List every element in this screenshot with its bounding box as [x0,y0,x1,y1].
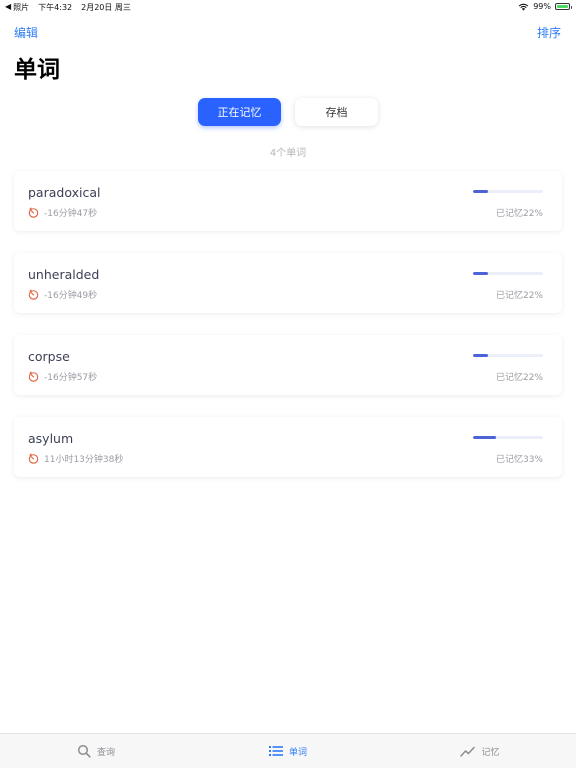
tab-memory-label: 记忆 [481,747,500,758]
progress-text: 已记忆22% [495,291,543,301]
status-bar: ◀ 照片 下午4:32 2月20日 周三 99% [0,0,576,14]
sort-button[interactable]: 排序 [537,24,561,41]
progress-text: 已记忆22% [495,373,543,383]
word-card[interactable]: asylum 11小时13分钟38秒 已记忆33% [14,417,562,477]
word-text: paradoxical [28,185,101,200]
timer-text: 11小时13分钟38秒 [44,455,124,465]
progress-fill [473,272,489,275]
page-title: 单词 [14,57,60,83]
progress-bar [473,190,543,193]
timer-text: -16分钟47秒 [44,209,98,219]
progress-text: 已记忆33% [495,455,543,465]
timer-text: -16分钟57秒 [44,373,98,383]
tab-archive[interactable]: 存档 [295,98,378,126]
word-text: unheralded [28,267,100,282]
timer-row: -16分钟57秒 [28,370,97,383]
search-icon [77,744,91,758]
progress-text: 已记忆22% [495,209,543,219]
status-date: 2月20日 周三 [81,3,131,12]
progress-bar [473,436,543,439]
tab-memorizing[interactable]: 正在记忆 [198,98,281,126]
back-app-label: 照片 [13,3,30,12]
tab-bar: 查询 单词 记忆 [0,733,576,768]
battery-percent: 99% [533,2,551,11]
timer-text: -16分钟49秒 [44,291,98,301]
wifi-icon [519,3,529,11]
status-left: ◀ 照片 下午4:32 2月20日 周三 [5,2,131,13]
word-text: asylum [28,431,74,446]
word-card[interactable]: corpse -16分钟57秒 已记忆22% [14,335,562,395]
word-card[interactable]: paradoxical -16分钟47秒 已记忆22% [14,171,562,231]
back-arrow-icon: ◀ [5,2,12,11]
timer-icon [28,371,39,382]
tab-search[interactable]: 查询 [0,734,192,768]
timer-icon [28,207,39,218]
tab-words-label: 单词 [288,747,307,758]
screen: ◀ 照片 下午4:32 2月20日 周三 99% 编辑 排序 单词 正在记忆 存… [0,0,576,768]
timer-icon [28,453,39,464]
list-icon [268,746,283,756]
progress-fill [473,354,489,357]
status-right: 99% [518,2,572,11]
timer-icon [28,289,39,300]
tab-search-label: 查询 [96,747,115,758]
timer-row: -16分钟49秒 [28,288,97,301]
progress-bar [473,354,543,357]
battery-fill [557,5,568,8]
back-to-app[interactable]: ◀ 照片 [5,2,29,13]
progress-fill [473,190,489,193]
tab-memory[interactable]: 记忆 [384,734,576,768]
progress-bar [473,272,543,275]
word-card[interactable]: unheralded -16分钟49秒 已记忆22% [14,253,562,313]
trend-icon [460,746,476,757]
progress-fill [473,436,497,439]
word-count: 4个单词 [269,148,307,159]
word-text: corpse [28,349,70,364]
timer-row: -16分钟47秒 [28,206,97,219]
battery-icon [555,3,572,10]
status-time: 下午4:32 [38,3,73,12]
edit-button[interactable]: 编辑 [14,24,38,41]
timer-row: 11小时13分钟38秒 [28,452,123,465]
tab-words[interactable]: 单词 [192,734,384,768]
